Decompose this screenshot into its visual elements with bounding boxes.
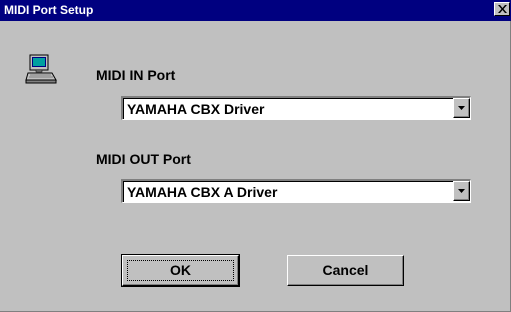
close-icon [498, 5, 507, 13]
midi-in-value: YAMAHA CBX Driver [127, 101, 265, 117]
midi-in-select[interactable]: YAMAHA CBX Driver [121, 96, 471, 120]
title-bar[interactable]: MIDI Port Setup [0, 0, 511, 21]
midi-out-value: YAMAHA CBX A Driver [127, 184, 278, 200]
ok-button[interactable]: OK [121, 254, 240, 287]
midi-out-select[interactable]: YAMAHA CBX A Driver [121, 179, 471, 203]
midi-port-setup-dialog: MIDI Port Setup MIDI IN Port YAMAHA CBX … [0, 0, 511, 312]
close-button[interactable] [494, 2, 510, 16]
midi-in-dropdown-button[interactable] [453, 98, 470, 118]
cancel-button[interactable]: Cancel [287, 255, 404, 286]
midi-in-label: MIDI IN Port [96, 67, 176, 83]
ok-button-label: OK [127, 260, 234, 281]
chevron-down-icon [458, 106, 465, 110]
chevron-down-icon [458, 189, 465, 193]
midi-out-dropdown-button[interactable] [453, 181, 470, 201]
midi-out-label: MIDI OUT Port [96, 151, 191, 167]
computer-icon [24, 54, 64, 90]
window-title: MIDI Port Setup [4, 3, 94, 17]
